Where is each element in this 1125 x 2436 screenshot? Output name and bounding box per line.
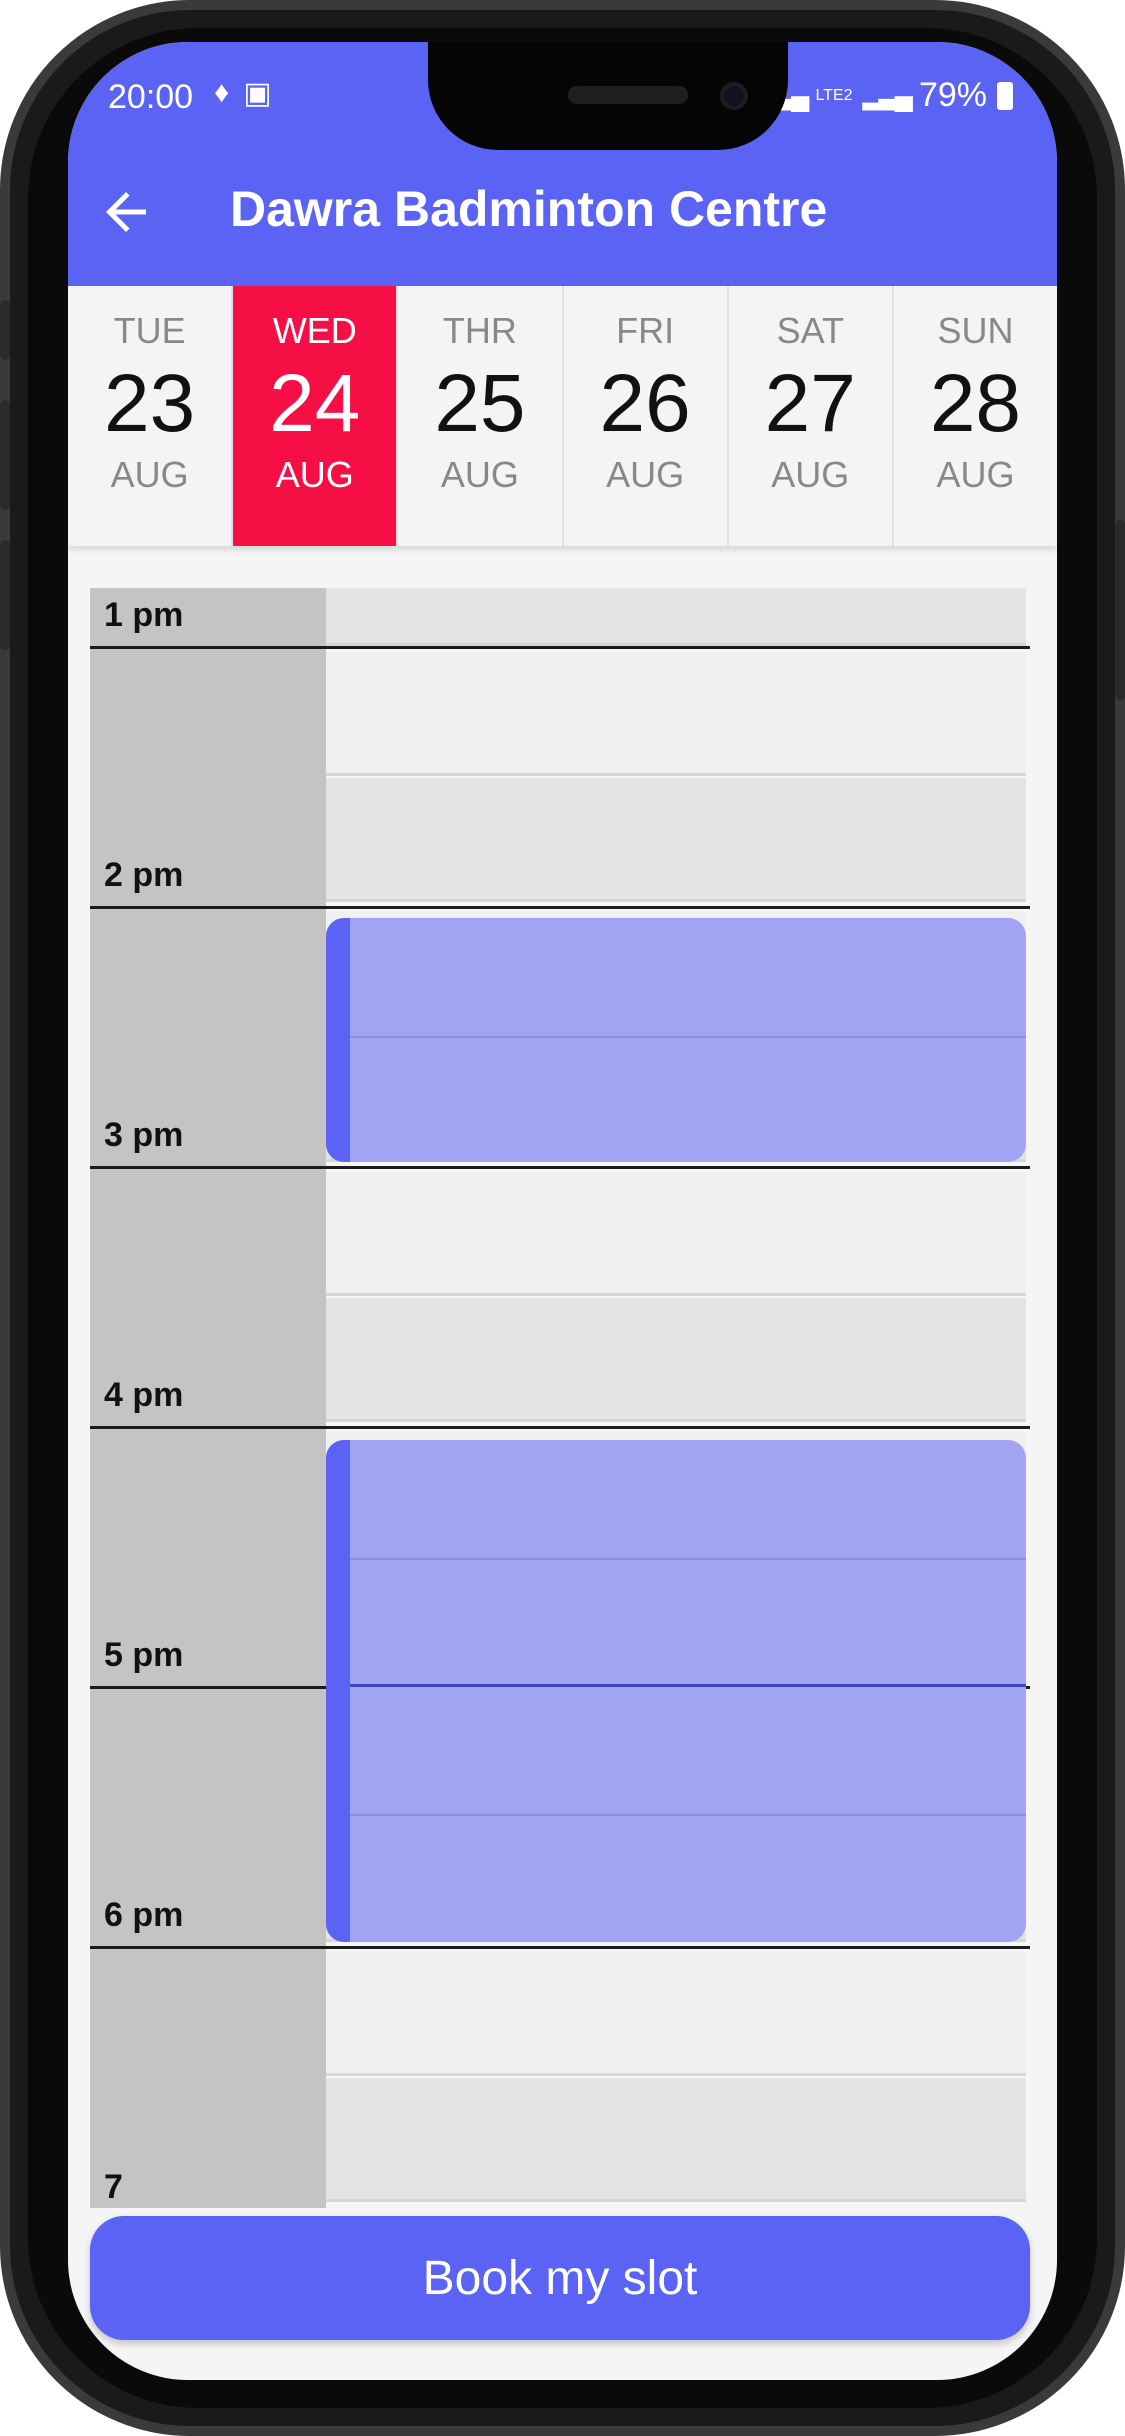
slot-column [326,588,1026,2208]
phone-side-button [0,300,10,360]
day-number: 27 [764,358,856,449]
booking-divider [350,1814,1026,1816]
day-tue[interactable]: TUE 23 AUG [68,286,234,546]
day-name: FRI [616,310,675,351]
image-icon: ▣ [243,77,272,110]
hour-divider [90,906,1030,909]
phone-volume-up [0,400,10,510]
time-slot[interactable] [326,652,1026,776]
day-sat[interactable]: SAT 27 AUG [729,286,894,546]
day-month: AUG [110,454,189,495]
day-name: TUE [113,310,186,351]
hour-label: 5 pm [104,1636,184,1674]
hour-label: 4 pm [104,1376,184,1414]
lte-badge: LTE2 [815,86,853,104]
day-month: AUG [936,454,1015,495]
day-wed[interactable]: WED 24 AUG [233,286,399,546]
hour-label: 7 [104,2168,123,2206]
hour-divider [90,1166,1030,1169]
booking-accent [326,1440,350,1942]
booked-slot[interactable] [326,918,1026,1162]
time-slot[interactable] [326,778,1026,902]
time-slot[interactable] [326,1172,1026,1296]
hour-label: 3 pm [104,1116,184,1154]
booking-divider [350,1036,1026,1038]
battery-percent: 79% [918,76,987,114]
phone-power-button [1115,520,1125,700]
page-title: Dawra Badminton Centre [230,181,828,237]
hour-divider [90,646,1030,649]
time-slot[interactable] [326,588,1026,646]
booking-hour-divider [350,1684,1026,1687]
day-number: 25 [434,358,526,449]
day-number: 28 [929,358,1022,449]
battery-icon [997,81,1013,110]
booked-slot[interactable] [326,1440,1026,1942]
signal-icon-2: ▂▃▄ [862,80,913,110]
day-fri[interactable]: FRI 26 AUG [564,286,729,546]
hour-divider [90,1946,1030,1949]
hour-label: 6 pm [104,1896,184,1934]
status-right: ▂▃▄ LTE2 ▂▃▄ 79% [759,76,1013,115]
booking-accent [326,918,350,1162]
day-name: SAT [776,310,844,351]
time-slot[interactable] [326,1952,1026,2076]
day-name: THR [442,310,517,351]
hour-label: 2 pm [104,856,184,894]
hour-divider [90,1426,1030,1429]
book-slot-button[interactable]: Book my slot [90,2216,1030,2340]
hour-label: 1 pm [104,596,184,634]
day-sun[interactable]: SUN 28 AUG [894,286,1057,546]
day-month: AUG [275,454,354,495]
status-notification-icons: ♦ ▣ [214,76,272,111]
speaker [568,86,688,104]
day-name: SUN [937,310,1014,351]
day-number: 24 [269,358,361,449]
time-slot[interactable] [326,2078,1026,2202]
time-slot[interactable] [326,1298,1026,1422]
day-number: 23 [103,358,196,449]
day-month: AUG [771,454,850,495]
phone-volume-down [0,540,10,650]
notch [428,42,788,150]
booking-divider [350,1558,1026,1560]
back-arrow-icon[interactable] [96,182,156,242]
notification-icon: ♦ [214,76,230,109]
day-selector: TUE 23 AUG WED 24 AUG THR 25 AUG FRI 26 … [68,286,1057,546]
day-thr[interactable]: THR 25 AUG [398,286,564,546]
day-month: AUG [606,454,685,495]
day-month: AUG [440,454,519,495]
screen: 20:00 ♦ ▣ ▂▃▄ LTE2 ▂▃▄ 79% Dawra Badmint… [68,42,1057,2380]
day-name: WED [272,310,357,351]
day-number: 26 [599,358,691,449]
front-camera [720,82,748,110]
schedule-grid: 1 pm 2 pm 3 pm 4 pm 5 pm 6 pm 7 [90,588,1030,2208]
status-time: 20:00 [108,78,194,116]
